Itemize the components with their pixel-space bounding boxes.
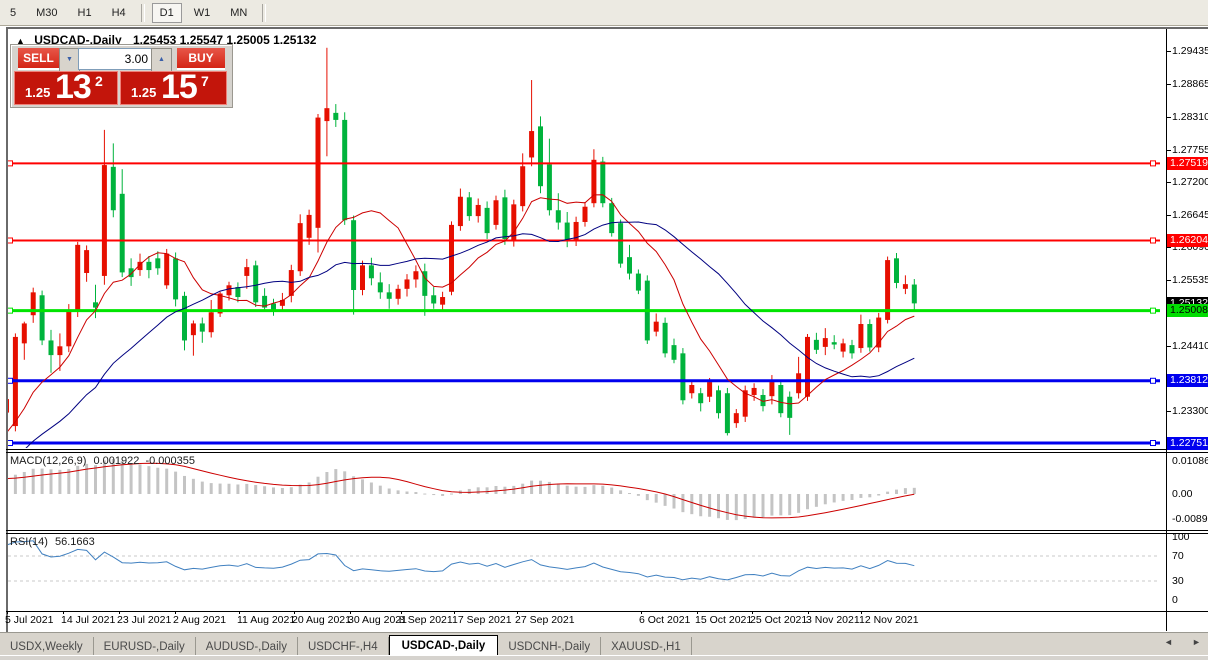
buy-button[interactable]: BUY bbox=[177, 48, 225, 70]
price-tick bbox=[1166, 51, 1171, 52]
time-tick-label: 6 Oct 2021 bbox=[639, 614, 690, 626]
sell-price-button[interactable]: 1.25 13 2 bbox=[14, 71, 118, 105]
time-tick-label: 12 Nov 2021 bbox=[859, 614, 919, 626]
macd-axis-label: 0.010869 bbox=[1172, 455, 1208, 467]
chart-tab-usdcnh-daily[interactable]: USDCNH-,Daily bbox=[498, 637, 601, 656]
price-tick bbox=[1166, 84, 1171, 85]
tab-scroll-right-icon[interactable]: ► bbox=[1192, 637, 1201, 647]
time-tick-label: 20 Aug 2021 bbox=[292, 614, 351, 626]
price-tick-label: 1.23300 bbox=[1172, 405, 1208, 417]
bid-price-pips: 13 bbox=[55, 68, 91, 107]
price-line-label: 1.25008 bbox=[1167, 304, 1208, 317]
time-tick-label: 14 Jul 2021 bbox=[61, 614, 115, 626]
price-tick-label: 1.24410 bbox=[1172, 340, 1208, 352]
price-tick-label: 1.28310 bbox=[1172, 111, 1208, 123]
price-line-label: 1.23812 bbox=[1167, 374, 1208, 387]
rsi-value: 56.1663 bbox=[55, 536, 95, 548]
time-tick-label: 5 Jul 2021 bbox=[5, 614, 53, 626]
one-click-trading-panel: SELL ▼ ▲ BUY 1.25 13 2 1.25 15 7 bbox=[10, 44, 233, 108]
price-tick bbox=[1166, 182, 1171, 183]
chart-tab-usdchf-h4[interactable]: USDCHF-,H4 bbox=[298, 637, 389, 656]
chart-tab-xauusd-h1[interactable]: XAUUSD-,H1 bbox=[601, 637, 692, 656]
macd-axis-label: 0.00 bbox=[1172, 488, 1192, 500]
time-tick-label: 23 Jul 2021 bbox=[117, 614, 171, 626]
bid-price-prefix: 1.25 bbox=[25, 85, 50, 100]
chart-tab-bar: USDX,WeeklyEURUSD-,DailyAUDUSD-,DailyUSD… bbox=[0, 632, 1208, 656]
time-tick-label: 15 Oct 2021 bbox=[695, 614, 752, 626]
sell-button[interactable]: SELL bbox=[18, 48, 59, 70]
ask-price-point: 7 bbox=[201, 73, 209, 89]
time-tick-label: 8 Sep 2021 bbox=[399, 614, 453, 626]
price-line-label: 1.22751 bbox=[1167, 437, 1208, 450]
price-tick bbox=[1166, 117, 1171, 118]
ask-price-pips: 15 bbox=[161, 68, 197, 107]
rsi-axis-label: 100 bbox=[1172, 531, 1190, 543]
chart-tab-eurusd-daily[interactable]: EURUSD-,Daily bbox=[94, 637, 196, 656]
price-tick bbox=[1166, 346, 1171, 347]
macd-main-value: 0.001922 bbox=[93, 455, 139, 467]
price-tick bbox=[1166, 280, 1171, 281]
price-axis-separator bbox=[1166, 29, 1167, 631]
pane-splitter-main-macd-edge bbox=[6, 452, 1208, 453]
rsi-indicator-label: RSI(14) 56.1663 bbox=[10, 536, 95, 548]
tab-scroll-left-icon[interactable]: ◄ bbox=[1164, 637, 1173, 647]
price-tick-label: 1.26645 bbox=[1172, 209, 1208, 221]
price-tick-label: 1.29435 bbox=[1172, 45, 1208, 57]
pane-splitter-macd-rsi[interactable] bbox=[6, 530, 1208, 531]
chart-tab-usdx-weekly[interactable]: USDX,Weekly bbox=[0, 637, 94, 656]
time-tick-label: 27 Sep 2021 bbox=[515, 614, 575, 626]
price-tick bbox=[1166, 247, 1171, 248]
bid-price-point: 2 bbox=[95, 73, 103, 89]
rsi-pane-bottom-border bbox=[6, 611, 1208, 612]
price-tick-label: 1.28865 bbox=[1172, 78, 1208, 90]
price-tick bbox=[1166, 215, 1171, 216]
chart-tab-usdcad-daily[interactable]: USDCAD-,Daily bbox=[389, 635, 499, 656]
macd-indicator-label: MACD(12,26,9) 0.001922 -0.000355 bbox=[10, 455, 195, 467]
macd-signal-value: -0.000355 bbox=[145, 455, 195, 467]
price-line-label: 1.26204 bbox=[1167, 234, 1208, 247]
ask-price-prefix: 1.25 bbox=[131, 85, 156, 100]
macd-axis-label: -0.008974 bbox=[1172, 513, 1208, 525]
time-tick-label: 17 Sep 2021 bbox=[452, 614, 512, 626]
chart-tab-audusd-daily[interactable]: AUDUSD-,Daily bbox=[196, 637, 298, 656]
price-line-label: 1.27519 bbox=[1167, 157, 1208, 170]
status-bar bbox=[0, 655, 1208, 660]
rsi-axis-label: 70 bbox=[1172, 550, 1184, 562]
rsi-axis-label: 0 bbox=[1172, 594, 1178, 606]
price-tick-label: 1.27755 bbox=[1172, 144, 1208, 156]
buy-price-button[interactable]: 1.25 15 7 bbox=[120, 71, 227, 105]
time-tick-label: 11 Aug 2021 bbox=[237, 614, 295, 626]
price-tick bbox=[1166, 150, 1171, 151]
volume-input[interactable] bbox=[78, 48, 153, 70]
time-tick-label: 2 Aug 2021 bbox=[173, 614, 226, 626]
time-tick-label: 25 Oct 2021 bbox=[750, 614, 807, 626]
price-tick bbox=[1166, 411, 1171, 412]
pane-splitter-main-macd[interactable] bbox=[6, 449, 1208, 450]
price-tick-label: 1.27200 bbox=[1172, 176, 1208, 188]
price-tick-label: 1.25535 bbox=[1172, 274, 1208, 286]
rsi-axis-label: 30 bbox=[1172, 575, 1184, 587]
time-tick-label: 3 Nov 2021 bbox=[806, 614, 860, 626]
pane-splitter-macd-rsi-edge bbox=[6, 533, 1208, 534]
